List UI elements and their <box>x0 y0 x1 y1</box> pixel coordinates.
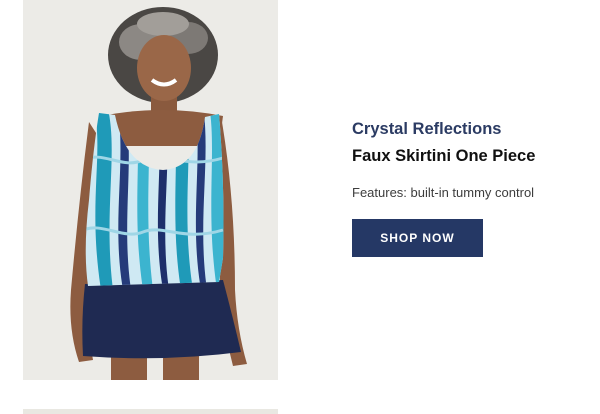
next-product-image-edge <box>23 409 278 414</box>
shop-now-button[interactable]: SHOP NOW <box>352 219 483 257</box>
product-name: Faux Skirtini One Piece <box>352 147 536 165</box>
product-features: Features: built-in tummy control <box>352 185 535 200</box>
product-image[interactable] <box>23 0 278 380</box>
brand-name: Crystal Reflections <box>352 120 502 138</box>
